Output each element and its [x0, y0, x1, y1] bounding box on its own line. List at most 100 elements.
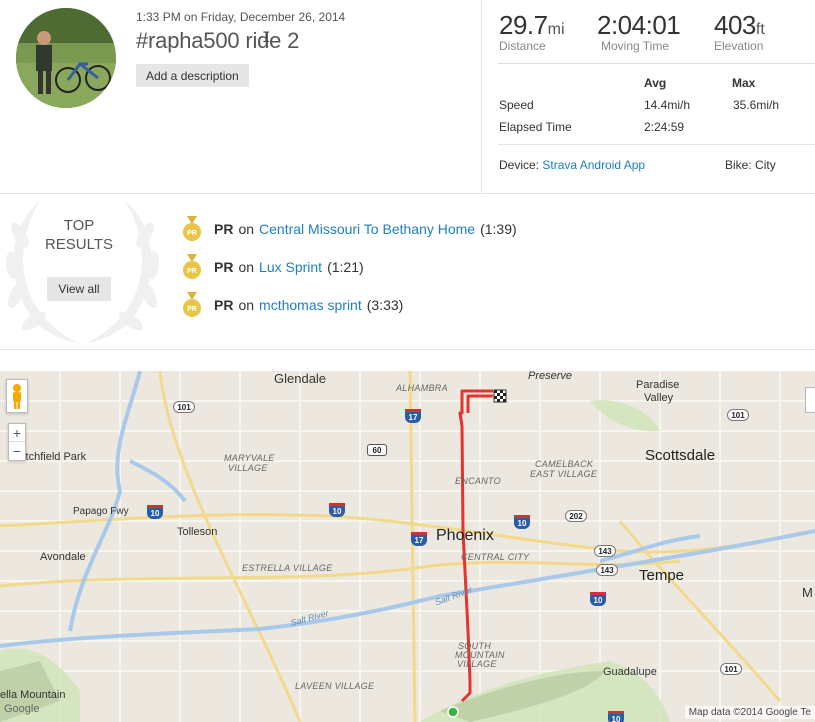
map-type-control[interactable] [805, 387, 815, 413]
map-label-tolleson: Tolleson [177, 526, 218, 538]
top-results-title-line2: RESULTS [44, 236, 114, 253]
us-60-shield: 60 [367, 444, 387, 456]
device-link[interactable]: Strava Android App [542, 158, 645, 172]
bike-label: Bike: [725, 158, 752, 172]
map-label-paradise-valley-2: Valley [644, 392, 674, 404]
segment-link[interactable]: Lux Sprint [259, 259, 322, 275]
top-results-title-line1: TOP [63, 217, 95, 234]
add-description-button[interactable]: Add a description [136, 64, 249, 87]
activity-header: 1:33 PM on Friday, December 26, 2014 #ra… [0, 0, 815, 194]
top-results-section: TOP RESULTS View all PR PR on Central Mi… [0, 195, 815, 350]
map-label-guadalupe: Guadalupe [603, 666, 657, 678]
map-label-glendale: Glendale [274, 371, 327, 386]
street-view-pegman[interactable] [6, 379, 28, 413]
elapsed-time-avg: 2:24:59 [644, 120, 685, 134]
interstate-10-shield: 10 [608, 711, 624, 722]
top-results-title: TOP RESULTS [30, 216, 128, 254]
map-label-encanto: ENCANTO [455, 476, 501, 486]
pr-medal-icon: PR [183, 216, 201, 241]
map-label-papago-fwy: Papago Fwy [73, 506, 129, 517]
view-all-button[interactable]: View all [47, 277, 111, 301]
elapsed-time-label: Elapsed Time [499, 120, 572, 134]
map-label-avondale: Avondale [40, 551, 86, 563]
route-101-shield: 101 [727, 409, 749, 421]
segment-time: (1:39) [480, 221, 517, 237]
map-label-central-city: CENTRAL CITY [461, 552, 530, 562]
activity-title[interactable]: #rapha500 ride 2 [136, 28, 299, 54]
moving-time-label: Moving Time [601, 39, 670, 53]
map-label-scottsdale: Scottsdale [645, 447, 716, 464]
distance-unit: mi [547, 21, 565, 38]
map-label-preserve: Preserve [528, 371, 573, 382]
zoom-out-button[interactable]: − [9, 442, 25, 460]
interstate-10-shield: 10 [147, 505, 163, 519]
pr-medal-text: PR [187, 306, 197, 313]
segment-time: (3:33) [366, 297, 404, 313]
pegman-icon [13, 384, 21, 409]
elevation-value: 403 [714, 10, 756, 40]
pr-label: PR [214, 297, 234, 313]
distance-value: 29.7 [499, 10, 548, 40]
max-header: Max [732, 76, 756, 90]
text-cursor: I [262, 30, 271, 46]
pr-medal-text: PR [187, 268, 197, 275]
interstate-17-shield: 17 [411, 532, 427, 546]
map-label-paradise-valley-1: Paradise [636, 379, 680, 391]
route-finish-flag [493, 389, 507, 403]
bike-info: Bike: City [725, 158, 776, 172]
map-attribution: Map data ©2014 Google Te [684, 706, 815, 719]
stats-panel: 29.7mi Distance 2:04:01 Moving Time 403f… [481, 0, 815, 194]
map-label-estrella: ESTRELLA VILLAGE [242, 563, 333, 573]
map-label-tempe: Tempe [639, 567, 685, 584]
elevation-unit: ft [755, 21, 765, 38]
pr-on-text: on [238, 221, 255, 237]
interstate-10-shield: 10 [329, 503, 345, 517]
elevation-label: Elevation [714, 39, 764, 53]
device-label: Device: [499, 158, 540, 172]
athlete-avatar[interactable] [16, 8, 116, 108]
route-101-shield: 101 [173, 401, 195, 413]
activity-datetime: 1:33 PM on Friday, December 26, 2014 [136, 10, 346, 24]
bike-value: City [755, 158, 776, 172]
device-info: Device: Strava Android App [499, 158, 645, 172]
interstate-10-shield: 10 [514, 515, 530, 529]
moving-time-stat: 2:04:01 Moving Time [597, 10, 681, 53]
map-label-camelback-1: CAMELBACK [535, 459, 594, 469]
route-start-marker [447, 706, 459, 718]
pr-on-text: on [238, 259, 255, 275]
speed-label: Speed [499, 98, 534, 112]
distance-stat: 29.7mi Distance [499, 10, 565, 53]
interstate-17-shield: 17 [405, 409, 421, 423]
route-101-shield: 101 [720, 663, 742, 675]
zoom-in-button[interactable]: + [9, 424, 25, 442]
segment-link[interactable]: mcthomas sprint [259, 297, 362, 313]
google-logo: Google [4, 703, 40, 715]
distance-label: Distance [499, 39, 546, 53]
route-202-shield: 202 [565, 510, 587, 522]
map-label-south-mountain-3: VILLAGE [457, 659, 497, 669]
map-label-phoenix: Phoenix [436, 527, 494, 544]
result-item: PR PR on Lux Sprint (1:21) [181, 254, 364, 280]
speed-avg: 14.4mi/h [644, 98, 691, 112]
route-143-shield: 143 [594, 545, 616, 557]
pr-medal-icon: PR [183, 254, 201, 279]
pr-medal-icon: PR [183, 292, 201, 317]
result-item: PR PR on Central Missouri To Bethany Hom… [181, 216, 517, 242]
map-label-maryvale-2: VILLAGE [228, 463, 268, 473]
route-143-shield: 143 [596, 564, 618, 576]
stats-divider [498, 63, 815, 64]
pr-label: PR [214, 259, 234, 275]
pr-on-text: on [238, 297, 255, 313]
avatar-photo [16, 8, 116, 108]
segment-time: (1:21) [327, 259, 364, 275]
pr-label: PR [214, 221, 234, 237]
speed-max: 35.6mi/h [733, 98, 780, 112]
map-label-maryvale-1: MARYVALE [224, 453, 275, 463]
map-label-edge-m: M [802, 585, 813, 600]
segment-link[interactable]: Central Missouri To Bethany Home [259, 221, 475, 237]
interstate-10-shield: 10 [590, 592, 606, 606]
map-label-camelback-2: EAST VILLAGE [530, 469, 598, 479]
route-map[interactable]: Glendale ALHAMBRA Preserve Paradise Vall… [0, 371, 815, 722]
map-canvas [0, 371, 815, 722]
stats-divider-2 [498, 144, 815, 145]
